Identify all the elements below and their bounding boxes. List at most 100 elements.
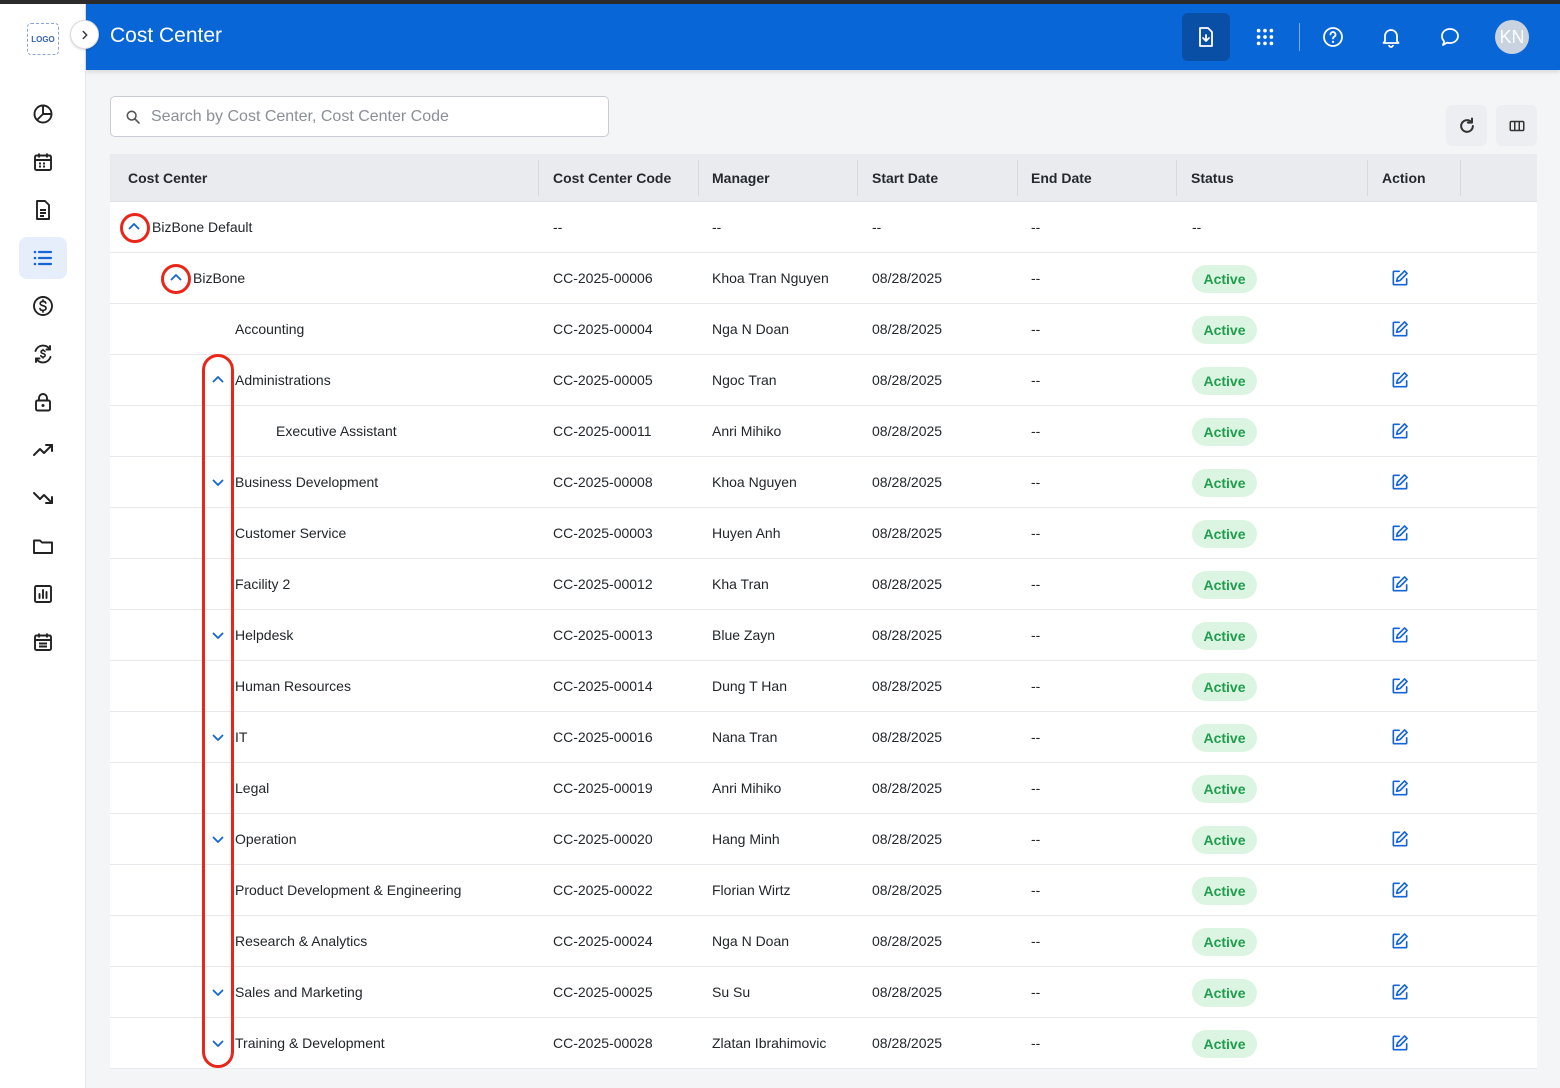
sidebar-item-trending-down[interactable]	[19, 477, 67, 519]
edit-button[interactable]	[1390, 625, 1410, 645]
apps-button[interactable]	[1241, 13, 1289, 61]
status-badge: Active	[1192, 316, 1257, 344]
search-box[interactable]	[110, 96, 609, 137]
sidebar-item-lock[interactable]	[19, 381, 67, 423]
start-date: 08/28/2025	[872, 1035, 943, 1051]
edit-button[interactable]	[1390, 1033, 1410, 1053]
status-badge: Active	[1192, 520, 1257, 548]
cost-center-name: Training & Development	[235, 1035, 385, 1051]
columns-button[interactable]	[1496, 105, 1537, 146]
sidebar-item-trending-up[interactable]	[19, 429, 67, 471]
sidebar-item-document[interactable]	[19, 189, 67, 231]
sidebar-item-currency-exchange[interactable]	[19, 333, 67, 375]
manager-name: Nana Tran	[712, 729, 778, 745]
edit-icon	[1392, 678, 1408, 694]
table-row[interactable]: Research & Analytics CC-2025-00024 Nga N D…	[110, 916, 1537, 967]
cost-center-name: Business Development	[235, 474, 379, 490]
edit-icon	[1392, 831, 1408, 847]
column-header-end-date[interactable]: End Date	[1031, 170, 1092, 186]
edit-button[interactable]	[1390, 319, 1410, 339]
edit-icon	[1392, 627, 1408, 643]
cost-center-name: Administrations	[235, 372, 331, 388]
export-button[interactable]	[1182, 13, 1230, 61]
end-date: --	[1031, 933, 1041, 949]
status-badge: Active	[1192, 775, 1257, 803]
end-date: --	[1031, 372, 1041, 388]
sidebar-item-list[interactable]	[19, 237, 67, 279]
manager-name: Hang Minh	[712, 831, 780, 847]
cost-center-code: CC-2025-00022	[553, 882, 653, 898]
edit-button[interactable]	[1390, 778, 1410, 798]
sidebar-item-calendar[interactable]	[19, 141, 67, 183]
table-row[interactable]: Facility 2 CC-2025-00012 Kha Tran 08/28/202…	[110, 559, 1537, 610]
edit-button[interactable]	[1390, 472, 1410, 492]
table-row[interactable]: Executive Assistant CC-2025-00011 Anri Mih…	[110, 406, 1537, 457]
edit-button[interactable]	[1390, 268, 1410, 288]
status-badge: Active	[1192, 571, 1257, 599]
column-separator	[1017, 160, 1018, 196]
column-header-manager[interactable]: Manager	[712, 170, 770, 186]
sidebar-item-pie-chart[interactable]	[19, 93, 67, 135]
edit-button[interactable]	[1390, 931, 1410, 951]
cost-center-name: Accounting	[235, 321, 305, 337]
edit-button[interactable]	[1390, 523, 1410, 543]
edit-button[interactable]	[1390, 982, 1410, 1002]
sidebar: LOGO	[0, 4, 86, 1088]
edit-button[interactable]	[1390, 676, 1410, 696]
column-header-start-date[interactable]: Start Date	[872, 170, 938, 186]
edit-button[interactable]	[1390, 727, 1410, 747]
sidebar-item-folder[interactable]	[19, 525, 67, 567]
cost-center-code: CC-2025-00005	[553, 372, 653, 388]
end-date: --	[1031, 219, 1041, 235]
table-row[interactable]: Helpdesk CC-2025-00013 Blue Zayn 08/28/2025…	[110, 610, 1537, 661]
user-avatar[interactable]: KN	[1495, 20, 1529, 54]
table-row[interactable]: Operation CC-2025-00020 Hang Minh 08/28/202…	[110, 814, 1537, 865]
notifications-button[interactable]	[1367, 13, 1415, 61]
table-row[interactable]: Training & Development CC-2025-00028 Zlata…	[110, 1018, 1537, 1069]
table-row[interactable]: Business Development CC-2025-00008 Khoa Ng…	[110, 457, 1537, 508]
refresh-button[interactable]	[1446, 105, 1487, 146]
export-file-icon	[1199, 27, 1213, 47]
edit-icon	[1392, 780, 1408, 796]
table-row[interactable]: Legal CC-2025-00019 Anri Mihiko 08/28/2025 -…	[110, 763, 1537, 814]
edit-button[interactable]	[1390, 421, 1410, 441]
cost-center-name: IT	[235, 729, 248, 745]
page-title: Cost Center	[110, 24, 223, 47]
status-badge: Active	[1192, 367, 1257, 395]
help-button[interactable]	[1309, 13, 1357, 61]
calendar-icon	[34, 153, 52, 171]
search-input[interactable]	[151, 107, 591, 126]
table-row[interactable]: Accounting CC-2025-00004 Nga N Doan 08/28/2…	[110, 304, 1537, 355]
table-row[interactable]: Administrations CC-2025-00005 Ngoc Tran 08/…	[110, 355, 1537, 406]
sidebar-item-report-chart[interactable]	[19, 573, 67, 615]
sidebar-item-dollar[interactable]	[19, 285, 67, 327]
chat-button[interactable]	[1426, 13, 1474, 61]
end-date: --	[1031, 627, 1041, 643]
table-body: BizBone Default -- -- -- -- -- BizBone CC-2025-…	[110, 202, 1537, 1069]
pie-chart-icon	[33, 104, 53, 124]
table-row[interactable]: IT CC-2025-00016 Nana Tran 08/28/2025 -- Acti…	[110, 712, 1537, 763]
end-date: --	[1031, 678, 1041, 694]
column-header-cost-center[interactable]: Cost Center	[128, 170, 207, 186]
edit-button[interactable]	[1390, 574, 1410, 594]
table-row[interactable]: Human Resources CC-2025-00014 Dung T Han 08…	[110, 661, 1537, 712]
sidebar-expand-button[interactable]	[70, 20, 99, 49]
sidebar-item-calendar-list[interactable]	[19, 621, 67, 663]
edit-button[interactable]	[1390, 370, 1410, 390]
table-row[interactable]: Customer Service CC-2025-00003 Huyen Anh 08…	[110, 508, 1537, 559]
manager-name: Ngoc Tran	[712, 372, 777, 388]
cost-center-name: Customer Service	[235, 525, 347, 541]
column-header-status[interactable]: Status	[1191, 170, 1234, 186]
table-row[interactable]: BizBone CC-2025-00006 Khoa Tran Nguyen 08/2…	[110, 253, 1537, 304]
cost-center-code: CC-2025-00016	[553, 729, 653, 745]
edit-button[interactable]	[1390, 829, 1410, 849]
column-header-code[interactable]: Cost Center Code	[553, 170, 671, 186]
chevron-right-icon	[82, 30, 87, 39]
window-top-edge	[0, 0, 1560, 4]
table-row[interactable]: Sales and Marketing CC-2025-00025 Su Su 08/…	[110, 967, 1537, 1018]
cost-center-code: CC-2025-00020	[553, 831, 653, 847]
edit-button[interactable]	[1390, 880, 1410, 900]
table-row[interactable]: BizBone Default -- -- -- -- --	[110, 202, 1537, 253]
status-badge: Active	[1192, 928, 1257, 956]
table-row[interactable]: Product Development & Engineering CC-2025…	[110, 865, 1537, 916]
